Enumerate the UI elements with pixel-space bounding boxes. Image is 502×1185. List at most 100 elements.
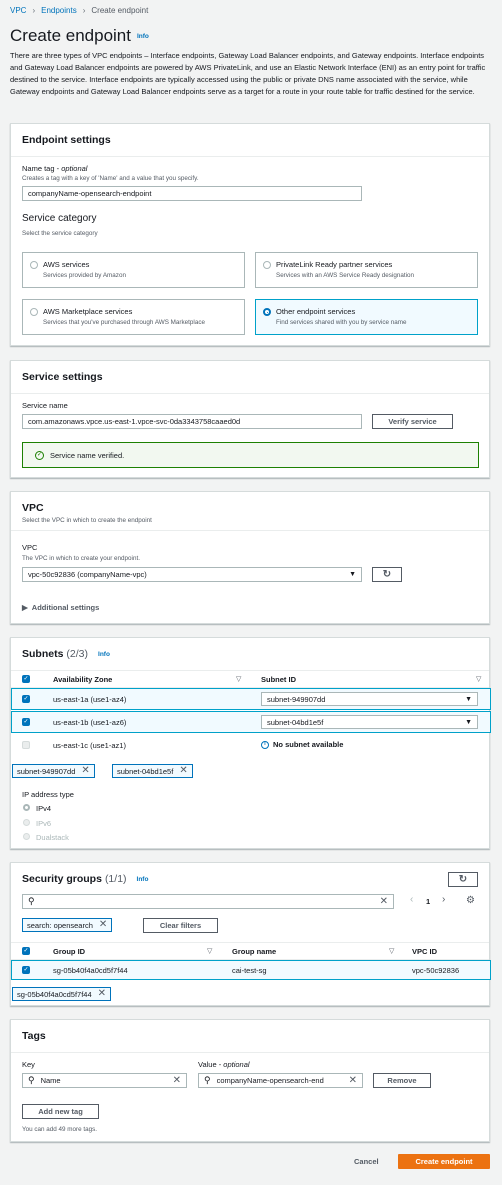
row-checkbox[interactable]: ✓ — [22, 695, 30, 703]
service-name-label: Service name — [22, 401, 68, 410]
sort-icon[interactable]: ▽ — [207, 947, 212, 955]
tag-value-value: companyName-opensearch-end — [216, 1076, 324, 1085]
option-title: AWS services — [43, 260, 90, 269]
close-icon[interactable]: ✕ — [173, 1075, 181, 1086]
close-icon[interactable]: ✕ — [98, 989, 106, 999]
close-icon[interactable]: ✕ — [349, 1075, 357, 1086]
security-groups-count: (1/1) — [104, 873, 127, 885]
col-group-name[interactable]: Group name — [232, 947, 276, 956]
remove-tag-button[interactable]: Remove — [373, 1073, 431, 1088]
subnet-select[interactable]: subnet-04bd1e5f ▼ — [261, 715, 478, 729]
subnet-value: subnet-04bd1e5f — [267, 717, 324, 727]
tag-value-input[interactable]: ⚲ companyName-opensearch-end ✕ — [198, 1073, 363, 1088]
cancel-button[interactable]: Cancel — [354, 1157, 379, 1166]
table-row[interactable]: ✓ us-east-1b (use1-az6) subnet-04bd1e5f ▼ — [11, 711, 491, 733]
page-number[interactable]: 1 — [426, 897, 430, 906]
service-category-title: Service category — [22, 213, 97, 224]
breadcrumb-endpoints[interactable]: Endpoints — [41, 6, 77, 15]
subnet-token-label: subnet-04bd1e5f — [117, 766, 174, 776]
col-subnet-id[interactable]: Subnet ID — [261, 675, 296, 684]
option-marketplace[interactable]: AWS Marketplace services Services that y… — [22, 299, 245, 335]
radio-icon — [30, 261, 38, 269]
search-icon: ⚲ — [28, 896, 35, 906]
close-icon[interactable]: ✕ — [380, 896, 388, 907]
table-row[interactable]: ✓ us-east-1a (use1-az4) subnet-949907dd ▼ — [11, 688, 491, 710]
create-endpoint-button[interactable]: Create endpoint — [398, 1154, 490, 1169]
vpc-header-desc: Select the VPC in which to create the en… — [22, 517, 152, 524]
no-subnet-available: i No subnet available — [261, 740, 343, 749]
group-name-cell: cai-test-sg — [232, 966, 267, 975]
row-checkbox[interactable]: ✓ — [22, 718, 30, 726]
verify-service-button[interactable]: Verify service — [372, 414, 453, 429]
filter-token[interactable]: search: opensearch ✕ — [22, 918, 113, 932]
settings-icon[interactable]: ⚙ — [466, 895, 475, 906]
subnets-count: (2/3) — [66, 648, 89, 660]
chevron-right-icon: › — [82, 6, 86, 15]
check-icon: ✓ — [23, 948, 29, 954]
select-all-checkbox[interactable]: ✓ — [22, 675, 30, 683]
info-link[interactable]: Info — [137, 33, 149, 40]
sg-token-label: sg-05b40f4a0cd5f7f44 — [17, 989, 92, 999]
option-privatelink-partner[interactable]: PrivateLink Ready partner services Servi… — [255, 252, 478, 288]
option-title: Other endpoint services — [276, 307, 356, 316]
close-icon[interactable]: ✕ — [81, 766, 89, 776]
col-group-id[interactable]: Group ID — [53, 947, 85, 956]
subnet-select[interactable]: subnet-949907dd ▼ — [261, 692, 478, 706]
select-all-checkbox[interactable]: ✓ — [22, 947, 30, 955]
row-checkbox[interactable]: ✓ — [22, 966, 30, 974]
sort-icon[interactable]: ▽ — [236, 675, 241, 683]
tag-key-label: Key — [22, 1060, 35, 1069]
ip-address-type-label: IP address type — [22, 790, 74, 799]
chevron-right-icon[interactable]: › — [442, 894, 445, 905]
add-new-tag-button[interactable]: Add new tag — [22, 1104, 99, 1119]
option-other-endpoint-services[interactable]: Other endpoint services Find services sh… — [255, 299, 478, 335]
panel-header: VPC — [22, 502, 44, 514]
sg-search-input[interactable]: ⚲ ✕ — [22, 894, 394, 909]
dualstack-label: Dualstack — [36, 833, 69, 842]
option-aws-services[interactable]: AWS services Services provided by Amazon — [22, 252, 245, 288]
sort-icon[interactable]: ▽ — [476, 675, 481, 683]
table-row[interactable]: ✓ sg-05b40f4a0cd5f7f44 cai-test-sg vpc-5… — [11, 960, 491, 980]
check-icon: ✓ — [23, 719, 29, 725]
radio-icon — [30, 308, 38, 316]
verified-message: Service name verified. — [50, 450, 125, 460]
additional-settings-label: Additional settings — [31, 603, 100, 612]
info-link[interactable]: Info — [98, 651, 110, 658]
panel-header: Tags — [11, 1020, 489, 1053]
refresh-sg-button[interactable]: ↻ — [448, 872, 478, 887]
refresh-vpc-button[interactable]: ↻ — [372, 567, 402, 582]
caret-down-icon: ▼ — [349, 571, 356, 578]
radio-dualstack — [23, 833, 30, 840]
subnet-token[interactable]: subnet-04bd1e5f ✕ — [112, 764, 193, 778]
col-availability-zone[interactable]: Availability Zone — [53, 675, 112, 684]
vpc-select[interactable]: vpc-50c92836 (companyName-vpc) ▼ — [22, 567, 362, 582]
check-icon: ✓ — [23, 967, 29, 973]
service-name-input[interactable]: com.amazonaws.vpce.us-east-1.vpce-svc-0d… — [22, 414, 362, 429]
close-icon[interactable]: ✕ — [99, 920, 107, 930]
name-tag-input[interactable]: companyName-opensearch-endpoint — [22, 186, 362, 201]
sort-icon[interactable]: ▽ — [389, 947, 394, 955]
sg-token[interactable]: sg-05b40f4a0cd5f7f44 ✕ — [12, 987, 112, 1001]
chevron-left-icon[interactable]: ‹ — [410, 894, 413, 905]
close-icon[interactable]: ✕ — [179, 766, 187, 776]
az-cell: us-east-1a (use1-az4) — [53, 695, 127, 704]
clear-filters-button[interactable]: Clear filters — [143, 918, 218, 933]
vpc-desc: The VPC in which to create your endpoint… — [22, 555, 140, 562]
page-title-row: Create endpoint Info — [10, 26, 149, 46]
col-vpc-id[interactable]: VPC ID — [412, 947, 437, 956]
vpc-id-link[interactable]: vpc-50c92836 — [412, 966, 459, 975]
additional-settings-toggle[interactable]: ▶ Additional settings — [22, 603, 99, 612]
vpc-label: VPC — [22, 543, 38, 552]
radio-ipv6 — [23, 819, 30, 826]
option-desc: Find services shared with you by service… — [276, 319, 407, 326]
group-id-link[interactable]: sg-05b40f4a0cd5f7f44 — [53, 966, 128, 975]
info-link[interactable]: Info — [137, 876, 149, 883]
radio-ipv4[interactable] — [23, 804, 30, 811]
tag-key-input[interactable]: ⚲ Name ✕ — [22, 1073, 187, 1088]
service-category-desc: Select the service category — [22, 230, 98, 237]
check-circle-icon: ✓ — [35, 450, 44, 460]
breadcrumb-vpc[interactable]: VPC — [10, 6, 26, 15]
service-settings-panel: Service settings Service name com.amazon… — [10, 360, 490, 478]
breadcrumb-current: Create endpoint — [91, 6, 149, 15]
subnet-token[interactable]: subnet-949907dd ✕ — [12, 764, 95, 778]
